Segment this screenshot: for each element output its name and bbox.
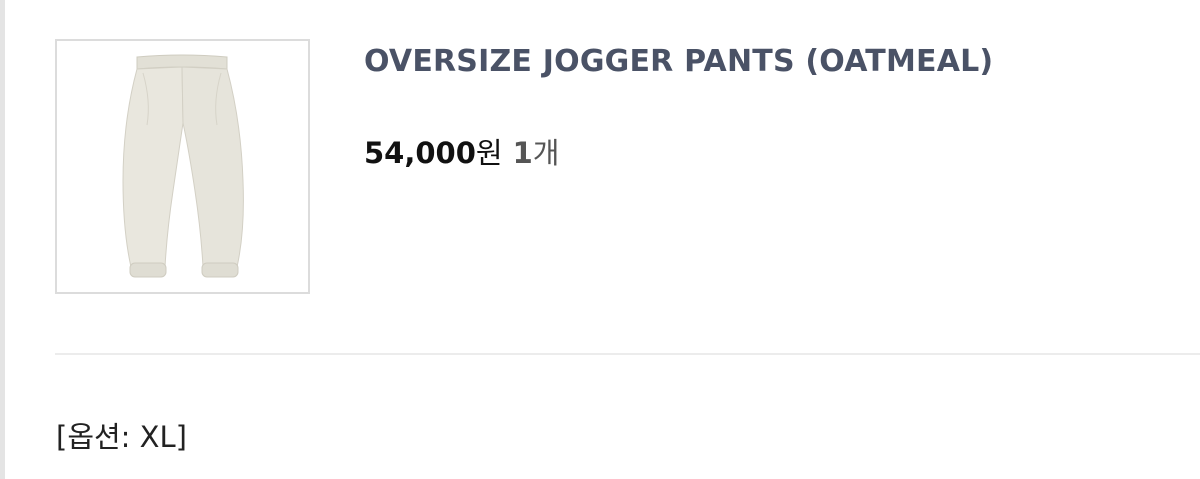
quantity-unit: 개 xyxy=(532,136,560,170)
currency-unit: 원 xyxy=(475,136,503,170)
option-text: [옵션: XL] xyxy=(56,420,188,454)
jogger-pants-image xyxy=(122,54,244,278)
price-quantity-row: 54,000원 1개 xyxy=(364,130,559,172)
order-item-page: OVERSIZE JOGGER PANTS (OATMEAL) 54,000원 1… xyxy=(0,0,1200,479)
left-border xyxy=(0,0,5,479)
product-name[interactable]: OVERSIZE JOGGER PANTS (OATMEAL) xyxy=(364,44,993,79)
divider xyxy=(55,353,1200,355)
quantity-value: 1 xyxy=(512,136,533,170)
price-value: 54,000 xyxy=(364,136,476,170)
product-thumbnail[interactable] xyxy=(55,39,310,294)
